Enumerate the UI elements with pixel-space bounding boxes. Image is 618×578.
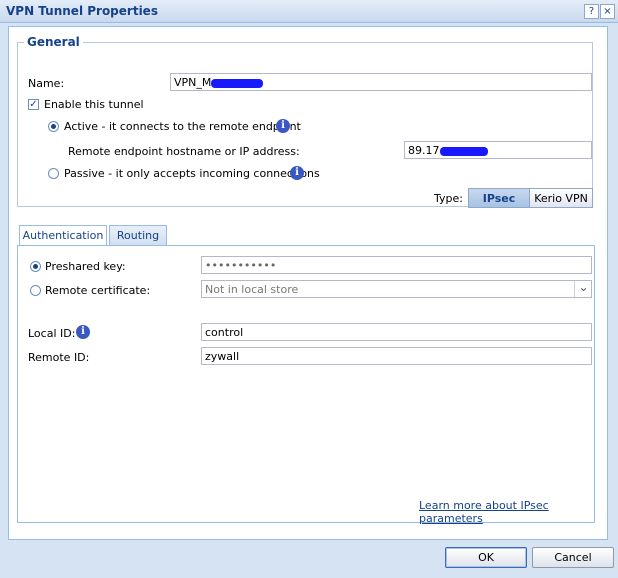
learn-more-link[interactable]: Learn more about IPsec parameters [419,499,594,525]
passive-radio[interactable] [48,168,59,179]
preshared-key-field[interactable]: ••••••••••• [201,256,592,274]
active-label: Active - it connects to the remote endpo… [64,120,301,133]
tab-authentication[interactable]: Authentication [19,225,107,246]
close-icon[interactable]: × [600,4,615,19]
remote-id-label: Remote ID: [28,351,90,364]
preshared-radio[interactable] [30,261,41,272]
passive-label: Passive - it only accepts incoming conne… [64,167,320,180]
active-radio[interactable] [48,121,59,132]
authentication-panel: Preshared key: ••••••••••• Remote certif… [17,245,595,525]
remote-certificate-label: Remote certificate: [45,284,151,297]
remote-id-field[interactable]: zywall [201,347,592,365]
enable-checkbox[interactable]: ✓ [28,99,39,110]
type-ipsec-button[interactable]: IPsec [468,188,530,208]
ok-button[interactable]: OK [445,547,527,568]
general-legend: General [27,35,80,49]
type-label: Type: [434,192,463,205]
dialog-body: General Name: VPN_M ✓ Enable this tunnel… [8,26,608,540]
general-section: General Name: VPN_M ✓ Enable this tunnel… [17,35,593,208]
remote-certificate-radio[interactable] [30,285,41,296]
remote-endpoint-label: Remote endpoint hostname or IP address: [68,145,300,158]
local-id-field[interactable]: control [201,323,592,341]
preshared-label: Preshared key: [45,260,126,273]
tab-routing[interactable]: Routing [109,225,167,245]
type-kerio-vpn-button[interactable]: Kerio VPN [529,188,593,208]
enable-label: Enable this tunnel [44,98,144,111]
remote-certificate-select[interactable]: Not in local store [201,280,592,298]
local-id-label: Local ID: [28,327,76,340]
local-id-info-icon[interactable]: i [76,325,90,339]
window-title: VPN Tunnel Properties [6,4,158,18]
cancel-button[interactable]: Cancel [532,547,614,568]
redaction-mark [439,146,488,156]
title-bar: VPN Tunnel Properties ? × [0,0,618,23]
active-info-icon[interactable]: i [276,119,290,133]
name-value: VPN_M [174,76,212,89]
passive-info-icon[interactable]: i [290,166,304,180]
remote-endpoint-field[interactable]: 89.17 [404,141,592,159]
help-icon[interactable]: ? [584,4,599,19]
remote-endpoint-value: 89.17 [408,144,440,157]
chevron-down-icon[interactable]: ⌄ [574,281,592,297]
redaction-mark [211,78,264,88]
name-field[interactable]: VPN_M [170,73,592,91]
remote-certificate-value: Not in local store [205,283,299,296]
name-label: Name: [28,77,65,90]
